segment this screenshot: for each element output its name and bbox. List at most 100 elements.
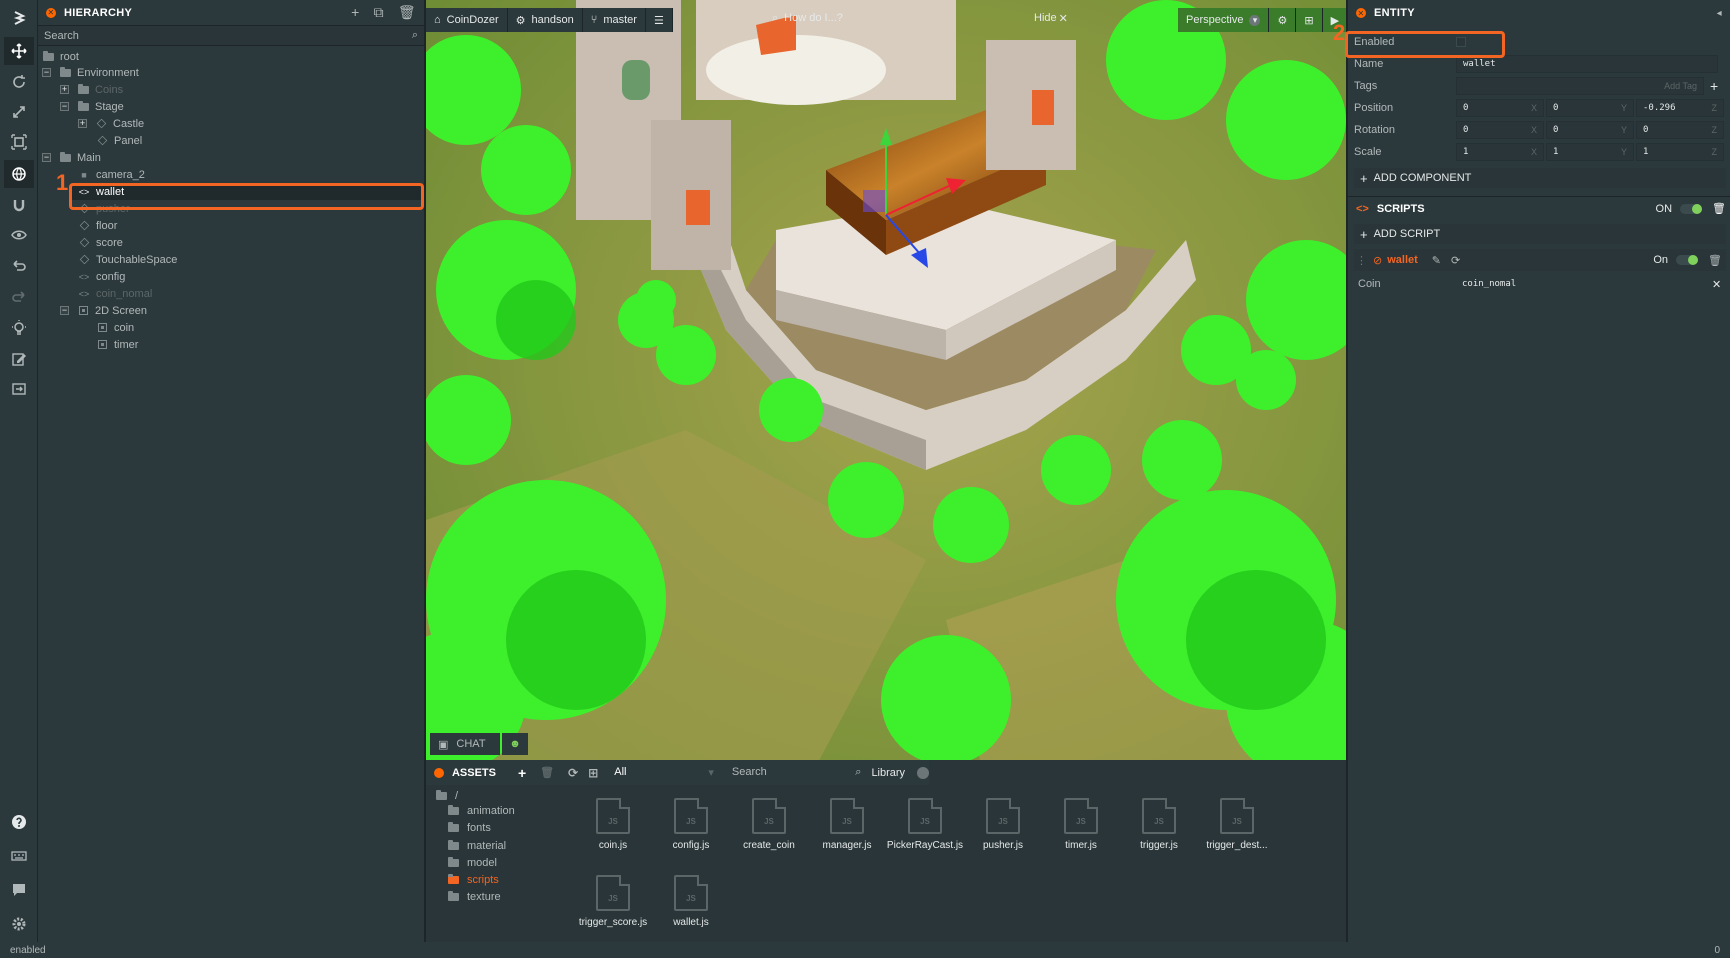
asset-file[interactable]: JS coin.js [574,798,652,851]
project-home-button[interactable]: ⌂ CoinDozer [426,8,508,32]
viewport-settings-button[interactable]: ⚙ [1269,8,1297,32]
clear-icon[interactable]: ✕ [1712,278,1721,291]
edit-script-icon[interactable]: ✎ [1432,254,1441,267]
tree-node-root[interactable]: root [42,48,79,65]
remove-script-icon[interactable]: 🗑 [1708,254,1722,267]
rotation-x-input[interactable]: 0X [1456,121,1544,139]
tree-node-camera-2[interactable]: ■ camera_2 [78,166,145,183]
asset-file[interactable]: JS trigger.js [1120,798,1198,851]
add-tag-icon[interactable]: + [1710,78,1718,94]
focus-eye-icon[interactable] [4,221,34,249]
tree-node-environment[interactable]: − Environment [42,64,139,81]
settings-gear-icon[interactable] [4,910,34,938]
branch-button[interactable]: ⑂ master [582,8,646,32]
collapse-toggle-icon[interactable]: − [42,153,51,162]
asset-file[interactable]: JS create_coin [730,798,808,851]
user-avatar[interactable]: ☻ [502,733,528,755]
tree-node-coin-nomal[interactable]: <> coin_nomal [78,285,153,302]
rotation-z-input[interactable]: 0Z [1636,121,1724,139]
tree-node-panel[interactable]: Panel [96,132,142,149]
howdoi-hide[interactable]: Hide ✕ [1034,2,1068,34]
collapse-panel-icon[interactable]: ✕ [46,7,56,18]
close-library-icon[interactable] [917,766,930,779]
add-asset-icon[interactable]: + [518,765,526,781]
tree-node-score[interactable]: score [78,234,123,251]
snap-magnet-icon[interactable] [4,191,34,219]
scene-render[interactable] [426,0,1346,785]
add-component-button[interactable]: + ADD COMPONENT [1354,168,1726,188]
refresh-icon[interactable]: ⟳ [568,766,578,780]
duplicate-entity-icon[interactable]: ⧉ [374,4,384,21]
world-space-icon[interactable] [4,160,34,188]
help-icon[interactable] [4,808,34,836]
rotation-y-input[interactable]: 0Y [1546,121,1634,139]
tree-node-touchable-space[interactable]: TouchableSpace [78,251,177,268]
feedback-icon[interactable] [4,876,34,904]
scripts-section-header[interactable]: <> SCRIPTS ON 🗑 [1348,196,1730,220]
redo-icon[interactable] [4,283,34,311]
tree-node-floor[interactable]: floor [78,217,117,234]
asset-file[interactable]: JS trigger_score.js [574,875,652,928]
tree-node-main[interactable]: − Main [42,149,101,166]
camera-select[interactable]: Perspective ▾ [1178,8,1270,32]
asset-file[interactable]: JS trigger_dest... [1198,798,1276,851]
collapse-panel-icon[interactable] [434,767,444,778]
tree-node-timer[interactable]: timer [96,336,138,353]
delete-component-icon[interactable]: 🗑 [1712,202,1726,215]
asset-folder-animation[interactable]: animation [448,802,515,819]
add-entity-icon[interactable]: + [351,4,359,21]
library-button[interactable]: Library [871,767,905,779]
asset-file[interactable]: JS pusher.js [964,798,1042,851]
asset-search-input[interactable]: Search ⌕ [732,766,862,779]
scenes-list-button[interactable]: ☰ [645,8,673,32]
resize-element-icon[interactable] [4,128,34,156]
scale-z-input[interactable]: 1Z [1636,143,1724,161]
collapse-toggle-icon[interactable]: − [60,306,69,315]
hierarchy-search-input[interactable]: Search ⌕ [38,26,424,46]
playcanvas-logo-icon[interactable] [4,4,34,32]
asset-root-folder[interactable]: / [436,790,458,802]
tree-node-coin[interactable]: coin [96,319,134,336]
rotate-icon[interactable] [4,68,34,96]
tree-node-config[interactable]: <> config [78,268,126,285]
script-name[interactable]: wallet [1387,254,1418,266]
scale-y-input[interactable]: 1Y [1546,143,1634,161]
howdoi-bar[interactable]: ⌕ How do I...? [764,2,851,34]
keyboard-shortcuts-icon[interactable] [4,842,34,870]
expand-toggle-icon[interactable]: + [78,119,87,128]
tree-node-2d-screen[interactable]: − 2D Screen [60,302,147,319]
coin-entity-picker[interactable]: coin_nomal [1456,275,1700,293]
collapse-panel-icon[interactable]: ✕ [1356,8,1366,18]
asset-folder-fonts[interactable]: fonts [448,819,491,836]
asset-folder-scripts[interactable]: scripts [448,871,499,888]
scene-viewport[interactable]: ⌂ CoinDozer ⚙ handson ⑂ master ☰ ⌕ How d… [426,0,1346,785]
lightmapper-bulb-icon[interactable] [4,314,34,342]
asset-file[interactable]: JS timer.js [1042,798,1120,851]
scale-x-input[interactable]: 1X [1456,143,1544,161]
tree-node-coins[interactable]: + Coins [60,81,123,98]
expand-toggle-icon[interactable]: + [60,85,69,94]
asset-folder-material[interactable]: material [448,837,506,854]
grid-button[interactable]: ⊞ [1296,8,1323,32]
grid-view-icon[interactable]: ⊞ [588,766,598,780]
scripts-enabled-toggle[interactable] [1680,203,1703,214]
asset-folder-model[interactable]: model [448,854,497,871]
position-x-input[interactable]: 0X [1456,99,1544,117]
asset-file[interactable]: JS wallet.js [652,875,730,928]
howdoi-search[interactable]: ⌕ How do I...? [764,6,851,30]
delete-entity-icon[interactable]: 🗑 [398,4,416,21]
position-y-input[interactable]: 0Y [1546,99,1634,117]
script-enabled-toggle[interactable] [1676,255,1699,265]
collapse-right-icon[interactable]: ◂ [1717,8,1722,19]
undo-icon[interactable] [4,252,34,280]
drag-handle-icon[interactable]: ⋮ [1356,254,1367,267]
chat-button[interactable]: ▣ CHAT [430,733,500,755]
asset-file[interactable]: JS PickerRayCast.js [886,798,964,851]
close-icon[interactable]: ✕ [1059,12,1068,25]
tree-node-castle[interactable]: + Castle [78,115,144,132]
publish-icon[interactable] [4,375,34,403]
position-z-input[interactable]: -0.296 Z [1636,99,1724,117]
hide-button[interactable]: Hide [1034,12,1057,24]
parse-script-icon[interactable]: ⟳ [1451,254,1460,267]
translate-icon[interactable] [4,37,34,65]
